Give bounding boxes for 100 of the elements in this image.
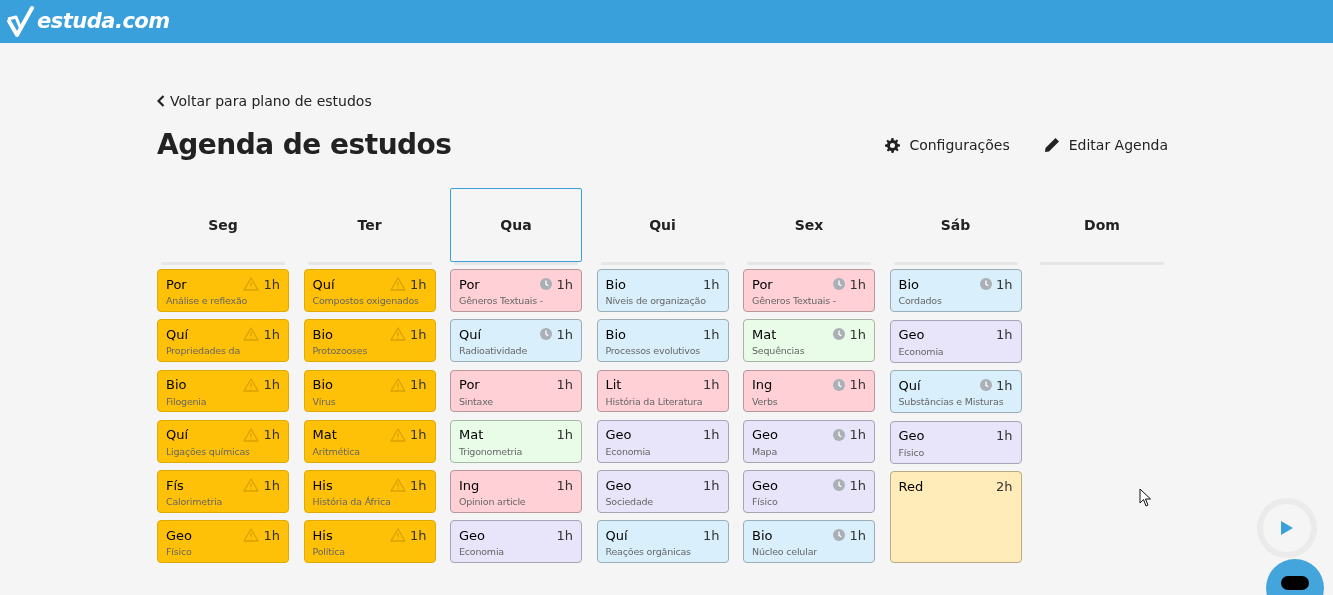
back-link[interactable]: Voltar para plano de estudos <box>157 91 1168 111</box>
day-tab[interactable]: Qui <box>596 188 729 262</box>
study-card[interactable]: Bio 1h Filogenia <box>157 369 289 413</box>
warning-icon <box>243 427 260 442</box>
study-card[interactable]: Geo 1h Físico <box>743 470 875 513</box>
topic-label: Radioatividade <box>459 345 529 358</box>
duration-label: 1h <box>410 478 427 492</box>
duration-label: 1h <box>996 429 1013 442</box>
study-card[interactable]: His 1h História da África <box>303 470 436 513</box>
study-card[interactable]: Bio 1h Cordados <box>889 269 1022 312</box>
subject-label: Bio <box>605 327 627 341</box>
duration-label: 1h <box>263 277 280 291</box>
subject-label: Quí <box>166 428 190 442</box>
study-card[interactable]: Lit 1h História da Literatura <box>596 369 729 413</box>
study-card[interactable]: Por 1h Gêneros Textuais - <box>450 269 582 312</box>
subject-label: Por <box>459 277 481 291</box>
day-tab[interactable]: Qua <box>450 188 582 262</box>
study-card[interactable]: Fís 1h Calorimetria <box>157 470 289 513</box>
subject-label: Quí <box>898 378 922 392</box>
study-card[interactable]: Ing 1h Opinion article <box>450 470 582 513</box>
duration-label: 2h <box>996 479 1013 493</box>
study-card[interactable]: Bio 1h Núcleo celular <box>743 520 875 563</box>
topic-label: Verbs <box>752 395 779 408</box>
warning-icon <box>390 277 406 291</box>
day-tab[interactable]: Ter <box>303 188 436 262</box>
study-card[interactable]: Por 1h Sintaxe <box>450 369 582 413</box>
duration-label: 1h <box>263 428 280 442</box>
warning-icon <box>390 528 406 543</box>
clock-icon <box>833 479 846 491</box>
play-icon <box>1280 520 1294 536</box>
duration-label: 1h <box>849 478 866 492</box>
subject-label: Ing <box>752 378 774 391</box>
study-card[interactable]: His 1h Política <box>303 520 436 563</box>
study-card[interactable]: Mat 1h Trigonometria <box>450 419 582 463</box>
study-card[interactable]: Mat 1h Sequências <box>743 319 875 362</box>
study-card[interactable]: Por 1h Análise e reflexão <box>157 269 289 312</box>
study-card[interactable]: Quí 1h Compostos oxigenados <box>303 269 436 312</box>
topic-label: Opinion article <box>459 496 527 508</box>
study-card[interactable]: Geo 1h Economia <box>450 520 582 563</box>
duration-label: 1h <box>849 327 866 341</box>
warning-icon <box>243 277 260 291</box>
topic-label: Propriedades da <box>166 345 242 358</box>
subject-label: His <box>312 478 334 492</box>
study-card[interactable]: Por 1h Gêneros Textuais - <box>743 269 875 312</box>
topic-label: Físico <box>166 546 193 559</box>
study-card[interactable]: Mat 1h Aritmética <box>303 419 436 463</box>
day-tab[interactable]: Sáb <box>889 188 1022 262</box>
topic-label: Sociedade <box>605 496 654 508</box>
study-card[interactable]: Bio 1h Níveis de organização <box>596 269 729 312</box>
study-card[interactable]: Quí 1h Reações orgânicas <box>596 520 729 563</box>
subject-label: Bio <box>752 528 774 542</box>
topic-label: Análise e reflexão <box>166 295 249 307</box>
study-card[interactable]: Ing 1h Verbs <box>743 369 875 413</box>
duration-label: 1h <box>849 378 866 391</box>
subject-label: Quí <box>312 277 336 291</box>
study-card[interactable]: Quí 1h Ligações químicas <box>157 419 289 463</box>
duration-label: 1h <box>556 528 573 542</box>
settings-button[interactable]: Configurações <box>885 134 1010 156</box>
study-card[interactable]: Geo 1h Mapa <box>743 419 875 463</box>
subject-label: Geo <box>752 428 780 442</box>
study-card[interactable]: Quí 1h Radioatividade <box>450 319 582 362</box>
study-card[interactable]: Geo 1h Economia <box>889 319 1022 363</box>
chat-icon <box>1281 576 1309 590</box>
topic-label: Físico <box>752 496 779 508</box>
study-card[interactable]: Quí 1h Substâncias e Misturas <box>889 370 1022 413</box>
subject-label: Quí <box>459 327 483 341</box>
topic-label: Vírus <box>312 395 337 408</box>
warning-icon <box>390 427 406 442</box>
topic-label: História da Literatura <box>605 395 704 408</box>
page-title: Agenda de estudos <box>157 127 453 163</box>
study-card[interactable]: Bio 1h Processos evolutivos <box>596 319 729 362</box>
topic-label: Protozooses <box>312 345 369 358</box>
subject-label: Geo <box>752 478 780 492</box>
day-tab[interactable]: Sex <box>743 188 875 262</box>
duration-label: 1h <box>263 327 280 341</box>
duration-label: 1h <box>556 378 573 391</box>
day-tab[interactable]: Dom <box>1036 188 1168 262</box>
study-card[interactable]: Bio 1h Protozooses <box>303 319 436 362</box>
duration-label: 1h <box>703 378 720 391</box>
clock-icon <box>833 428 846 441</box>
duration-label: 1h <box>703 277 720 291</box>
topic-label: Filogenia <box>166 395 208 408</box>
subject-label: Geo <box>459 528 487 542</box>
study-card[interactable]: Red 2h <box>889 471 1022 563</box>
study-card[interactable]: Geo 1h Físico <box>889 420 1022 464</box>
subject-label: Geo <box>166 528 194 542</box>
study-card[interactable]: Bio 1h Vírus <box>303 369 436 413</box>
edit-button[interactable]: Editar Agenda <box>1043 134 1168 156</box>
duration-label: 1h <box>556 327 573 341</box>
subject-label: Ing <box>459 478 481 492</box>
study-card[interactable]: Geo 1h Sociedade <box>596 470 729 513</box>
day-tab[interactable]: Seg <box>157 188 289 262</box>
study-card[interactable]: Geo 1h Físico <box>157 520 289 563</box>
topic-label: Calorimetria <box>166 496 224 508</box>
topic-label: Compostos oxigenados <box>312 295 420 307</box>
study-card[interactable]: Geo 1h Economia <box>596 419 729 463</box>
study-card[interactable]: Quí 1h Propriedades da <box>157 319 289 362</box>
topic-label: História da África <box>312 496 392 508</box>
topic-label: Sintaxe <box>459 395 494 408</box>
clock-icon <box>980 278 992 290</box>
